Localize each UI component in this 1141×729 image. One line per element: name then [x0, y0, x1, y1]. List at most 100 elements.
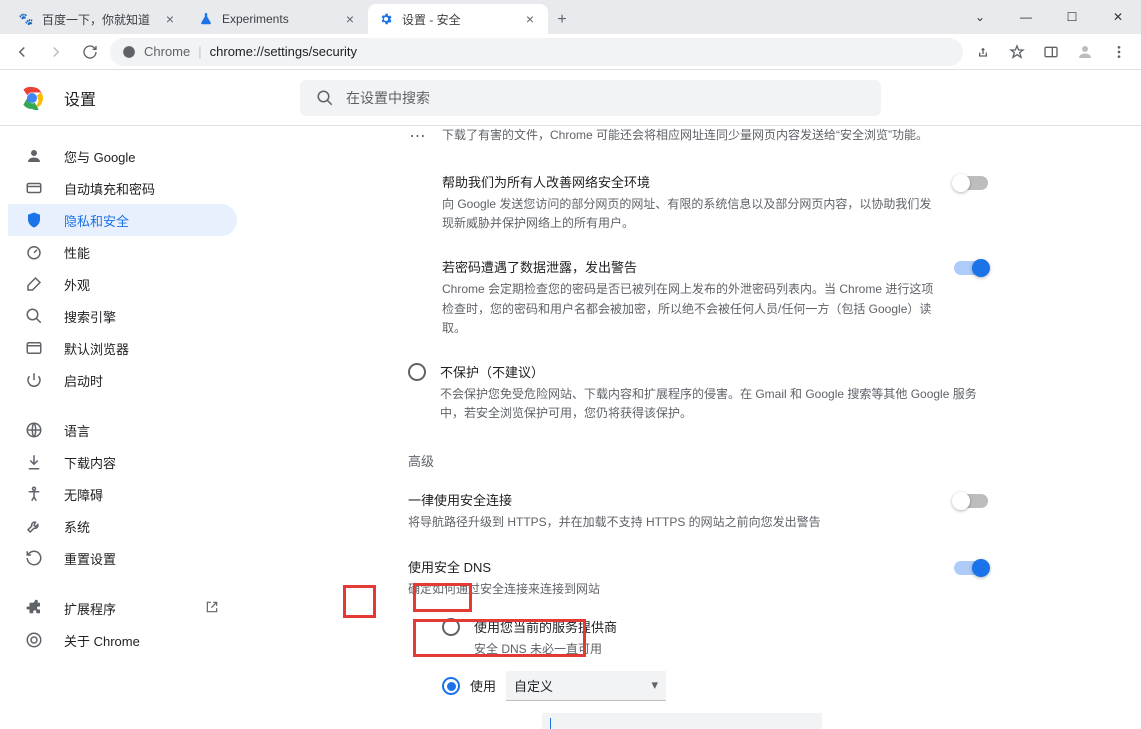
settings-search-input[interactable]: 在设置中搜索	[300, 80, 881, 116]
sidebar-item-label: 重置设置	[64, 549, 116, 568]
address-bar[interactable]: Chrome | chrome://settings/security	[110, 38, 963, 66]
globe-icon	[24, 421, 44, 439]
sidebar-item-on-startup[interactable]: 启动时	[8, 364, 237, 396]
option-desc: 不会保护您免受危险网站、下载内容和扩展程序的侵害。在 Gmail 和 Googl…	[440, 385, 988, 423]
accessibility-icon	[24, 485, 44, 503]
sidebar-item-appearance[interactable]: 外观	[8, 268, 237, 300]
chevron-down-icon: ▾	[651, 677, 658, 693]
search-placeholder: 在设置中搜索	[346, 88, 430, 108]
close-icon[interactable]: ×	[162, 11, 178, 27]
close-icon[interactable]: ×	[522, 11, 538, 27]
browser-icon	[24, 339, 44, 357]
speed-icon	[24, 243, 44, 261]
sidebar-item-label: 扩展程序	[64, 599, 116, 618]
radio-current-provider[interactable]	[442, 618, 460, 636]
dns-custom-row[interactable]: 使用 自定义 ▾	[442, 665, 988, 707]
select-value: 自定义	[514, 676, 553, 695]
reload-button[interactable]	[76, 38, 104, 66]
puzzle-icon	[24, 599, 44, 617]
wrench-icon	[24, 517, 44, 535]
no-protection-row[interactable]: 不保护（不建议） 不会保护您免受危险网站、下载内容和扩展程序的侵害。在 Gmai…	[408, 350, 988, 435]
profile-avatar-icon[interactable]	[1071, 38, 1099, 66]
advanced-label: 高级	[408, 435, 988, 478]
tab-settings-security[interactable]: 设置 - 安全 ×	[368, 4, 548, 34]
option-desc: Chrome 会定期检查您的密码是否已被列在网上发布的外泄密码列表内。当 Chr…	[442, 280, 940, 338]
sidebar-item-languages[interactable]: 语言	[8, 414, 237, 446]
menu-chevron-icon[interactable]: ⌄	[957, 1, 1003, 33]
option-title: 若密码遭遇了数据泄露，发出警告	[442, 257, 940, 276]
close-window-button[interactable]: ✕	[1095, 1, 1141, 33]
search-icon	[316, 89, 334, 107]
text-caret	[550, 718, 551, 729]
browser-tabstrip: 🐾 百度一下，你就知道 × Experiments × 设置 - 安全 × + …	[0, 0, 1141, 34]
minimize-button[interactable]: —	[1003, 1, 1049, 33]
sidebar-item-downloads[interactable]: 下载内容	[8, 446, 237, 478]
option-title: 帮助我们为所有人改善网络安全环境	[442, 172, 940, 191]
tab-title: 设置 - 安全	[402, 11, 522, 28]
radio-no-protection[interactable]	[408, 363, 426, 381]
maximize-button[interactable]: ☐	[1049, 1, 1095, 33]
more-icon: ⋯	[408, 126, 428, 146]
url-text: chrome://settings/security	[210, 44, 357, 59]
back-button[interactable]	[8, 38, 36, 66]
sidebar-item-you-google[interactable]: 您与 Google	[8, 140, 237, 172]
gear-icon	[378, 11, 394, 27]
sidebar-item-search-engine[interactable]: 搜索引擎	[8, 300, 237, 332]
download-icon	[24, 453, 44, 471]
close-icon[interactable]: ×	[342, 11, 358, 27]
tab-title: Experiments	[222, 12, 342, 26]
radio-custom-dns[interactable]	[442, 677, 460, 695]
window-controls: ⌄ — ☐ ✕	[957, 0, 1141, 34]
sidebar-item-performance[interactable]: 性能	[8, 236, 237, 268]
forward-button[interactable]	[42, 38, 70, 66]
option-desc: 向 Google 发送您访问的部分网页的网址、有限的系统信息以及部分网页内容，以…	[442, 195, 940, 233]
help-improve-toggle[interactable]	[954, 176, 988, 190]
option-title: 一律使用安全连接	[408, 490, 940, 509]
brush-icon	[24, 275, 44, 293]
option-desc: 确定如何通过安全连接来连接到网站	[408, 580, 940, 599]
settings-header: 设置 在设置中搜索	[0, 70, 1141, 126]
tab-experiments[interactable]: Experiments ×	[188, 4, 368, 34]
page-title: 设置	[64, 86, 96, 110]
settings-content[interactable]: ⋯ 下载了有害的文件，Chrome 可能还会将相应网址连同少量网页内容发送给“安…	[255, 126, 1141, 729]
sidebar-item-about[interactable]: 关于 Chrome	[8, 624, 237, 656]
flask-icon	[198, 11, 214, 27]
sidebar-item-label: 下载内容	[64, 453, 116, 472]
settings-sidebar: 您与 Google 自动填充和密码隐私和安全性能外观搜索引擎默认浏览器启动时语言下…	[0, 126, 255, 729]
sidebar-item-extensions[interactable]: 扩展程序	[8, 592, 237, 624]
sidebar-item-accessibility[interactable]: 无障碍	[8, 478, 237, 510]
dns-provider-select[interactable]: 自定义 ▾	[506, 671, 666, 701]
dns-current-provider-row[interactable]: 使用您当前的服务提供商 安全 DNS 未必一直可用	[442, 611, 988, 665]
kebab-menu-icon[interactable]	[1105, 38, 1133, 66]
sidebar-item-label: 搜索引擎	[64, 307, 116, 326]
secure-dns-row: 使用安全 DNS 确定如何通过安全连接来连接到网站	[408, 545, 988, 611]
sidebar-item-reset[interactable]: 重置设置	[8, 542, 237, 574]
sidebar-item-system[interactable]: 系统	[8, 510, 237, 542]
external-link-icon	[205, 600, 221, 616]
option-title: 使用您当前的服务提供商	[474, 617, 617, 636]
sidebar-item-privacy[interactable]: 隐私和安全	[8, 204, 237, 236]
shield-icon	[24, 211, 44, 229]
autofill-icon	[24, 179, 44, 197]
sidebar-item-default-browser[interactable]: 默认浏览器	[8, 332, 237, 364]
sidebar-item-label: 系统	[64, 517, 90, 536]
password-leak-toggle[interactable]	[954, 261, 988, 275]
tab-title: 百度一下，你就知道	[42, 11, 162, 28]
https-only-toggle[interactable]	[954, 494, 988, 508]
dns-custom-input[interactable]	[542, 713, 822, 729]
person-icon	[24, 147, 44, 165]
https-only-row: 一律使用安全连接 将导航路径升级到 HTTPS，并在加载不支持 HTTPS 的网…	[408, 478, 988, 544]
option-desc: 安全 DNS 未必一直可用	[474, 640, 617, 659]
sidebar-item-autofill[interactable]: 自动填充和密码	[8, 172, 237, 204]
chrome-icon	[24, 631, 44, 649]
power-icon	[24, 371, 44, 389]
secure-dns-toggle[interactable]	[954, 561, 988, 575]
share-icon[interactable]	[969, 38, 997, 66]
option-desc: 将导航路径升级到 HTTPS，并在加载不支持 HTTPS 的网站之前向您发出警告	[408, 513, 940, 532]
bookmark-star-icon[interactable]	[1003, 38, 1031, 66]
tab-baidu[interactable]: 🐾 百度一下，你就知道 ×	[8, 4, 188, 34]
help-improve-row: 帮助我们为所有人改善网络安全环境 向 Google 发送您访问的部分网页的网址、…	[442, 160, 988, 245]
side-panel-icon[interactable]	[1037, 38, 1065, 66]
new-tab-button[interactable]: +	[548, 6, 576, 34]
sidebar-item-label: 您与 Google	[64, 147, 136, 166]
